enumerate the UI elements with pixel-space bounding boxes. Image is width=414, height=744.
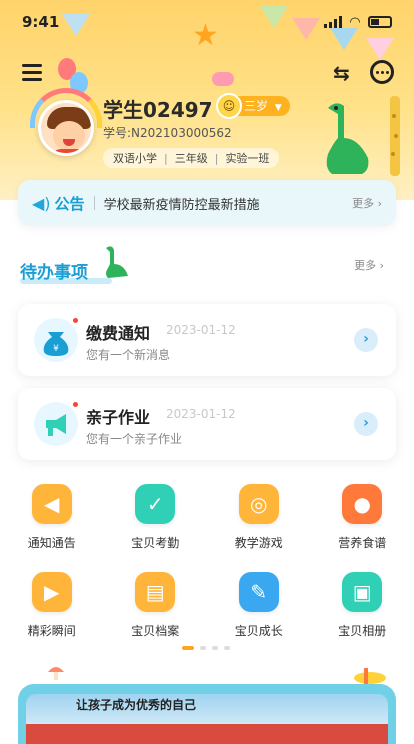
video-icon: ▶	[32, 572, 72, 612]
speaker-icon: ◀	[32, 484, 72, 524]
age-label: 三岁	[244, 99, 268, 113]
card-description: 您有一个亲子作业	[86, 430, 182, 447]
message-icon[interactable]	[370, 60, 394, 84]
tag-grade: 三年级	[175, 150, 208, 166]
card-title: 缴费通知	[86, 320, 150, 344]
grid-label: 教学游戏	[235, 534, 283, 551]
grid-label: 营养食谱	[338, 534, 386, 551]
speaker-icon: ◀)	[32, 194, 51, 213]
class-tags: 双语小学 | 三年级 | 实验一班	[103, 148, 279, 168]
grid-item-notice[interactable]: ◀ 通知通告	[0, 484, 104, 560]
todo-title: 待办事项	[20, 258, 88, 283]
banner-text: 让孩子成为优秀的自己	[76, 696, 196, 713]
smile-icon: ☺	[216, 93, 242, 119]
status-bar: 9:41 ◠	[22, 12, 392, 32]
grid-label: 宝贝考勤	[131, 534, 179, 551]
mushroom-decoration-icon	[46, 662, 66, 682]
chevron-right-icon[interactable]: ›	[354, 412, 378, 436]
unread-dot	[71, 400, 80, 409]
tag-school: 双语小学	[113, 150, 157, 166]
card-description: 您有一个新消息	[86, 346, 170, 363]
student-name: 学生02497	[103, 94, 213, 123]
grid-label: 宝贝相册	[338, 622, 386, 639]
grid-item-album[interactable]: ▣ 宝贝相册	[311, 572, 414, 648]
svg-text:¥: ¥	[53, 344, 59, 354]
notice-title: 公告	[55, 193, 85, 214]
status-time: 9:41	[22, 13, 59, 31]
todo-card-payment[interactable]: ¥ 缴费通知 2023-01-12 您有一个新消息 ›	[18, 304, 396, 376]
todo-card-homework[interactable]: 亲子作业 2023-01-12 您有一个亲子作业 ›	[18, 388, 396, 460]
banner[interactable]: 让孩子成为优秀的自己	[18, 684, 396, 744]
grid-label: 精彩瞬间	[28, 622, 76, 639]
notice-more-link[interactable]: 更多 ›	[352, 195, 382, 211]
age-badge[interactable]: ☺ 三岁 ▼	[218, 96, 290, 116]
menu-icon[interactable]	[22, 64, 42, 82]
balloon-decoration-icon	[212, 72, 234, 86]
todo-more-link[interactable]: 更多 ›	[354, 257, 384, 273]
food-icon: ●	[342, 484, 382, 524]
album-icon: ▣	[342, 572, 382, 612]
dinosaur-icon	[100, 244, 130, 280]
switch-account-icon[interactable]: ⇆	[333, 62, 355, 84]
archive-icon: ▤	[135, 572, 175, 612]
dinosaur-decoration-icon	[318, 98, 374, 176]
grid-item-moments[interactable]: ▶ 精彩瞬间	[0, 572, 104, 648]
profile-header: ★ 9:41 ◠ ⇆ 学生02497 ☺ 三岁 ▼ 学号:N2021030005…	[0, 0, 414, 200]
gamepad-icon: ◎	[239, 484, 279, 524]
card-date: 2023-01-12	[166, 407, 236, 421]
grid-label: 宝贝档案	[131, 622, 179, 639]
grid-item-growth[interactable]: ✎ 宝贝成长	[207, 572, 311, 648]
grid-item-attendance[interactable]: ✓ 宝贝考勤	[104, 484, 208, 560]
function-grid: ◀ 通知通告 ✓ 宝贝考勤 ◎ 教学游戏 ● 营养食谱 ▶ 精彩瞬间 ▤ 宝贝档…	[0, 484, 414, 648]
battery-icon	[368, 16, 392, 28]
grid-label: 宝贝成长	[235, 622, 283, 639]
grid-item-archive[interactable]: ▤ 宝贝档案	[104, 572, 208, 648]
student-number: 学号:N202103000562	[103, 124, 232, 141]
signal-icon	[324, 16, 342, 28]
notice-bar[interactable]: ◀) 公告 学校最新疫情防控最新措施 更多 ›	[18, 180, 396, 226]
divider	[94, 196, 95, 210]
growth-icon: ✎	[239, 572, 279, 612]
check-in-icon: ✓	[135, 484, 175, 524]
card-title: 亲子作业	[86, 404, 150, 428]
chevron-down-icon: ▼	[275, 103, 282, 113]
grid-item-games[interactable]: ◎ 教学游戏	[207, 484, 311, 560]
avatar[interactable]	[38, 100, 94, 156]
pennant-decoration	[366, 38, 394, 60]
grid-label: 通知通告	[28, 534, 76, 551]
tag-class: 实验一班	[225, 150, 269, 166]
card-date: 2023-01-12	[166, 323, 236, 337]
unread-dot	[71, 316, 80, 325]
wifi-icon: ◠	[350, 15, 360, 30]
giraffe-decoration-icon	[380, 96, 410, 176]
page-indicator	[182, 646, 230, 650]
chevron-right-icon[interactable]: ›	[354, 328, 378, 352]
money-bag-icon: ¥	[34, 318, 78, 362]
megaphone-icon	[34, 402, 78, 446]
notice-text: 学校最新疫情防控最新措施	[104, 194, 353, 213]
grid-item-recipes[interactable]: ● 营养食谱	[311, 484, 414, 560]
